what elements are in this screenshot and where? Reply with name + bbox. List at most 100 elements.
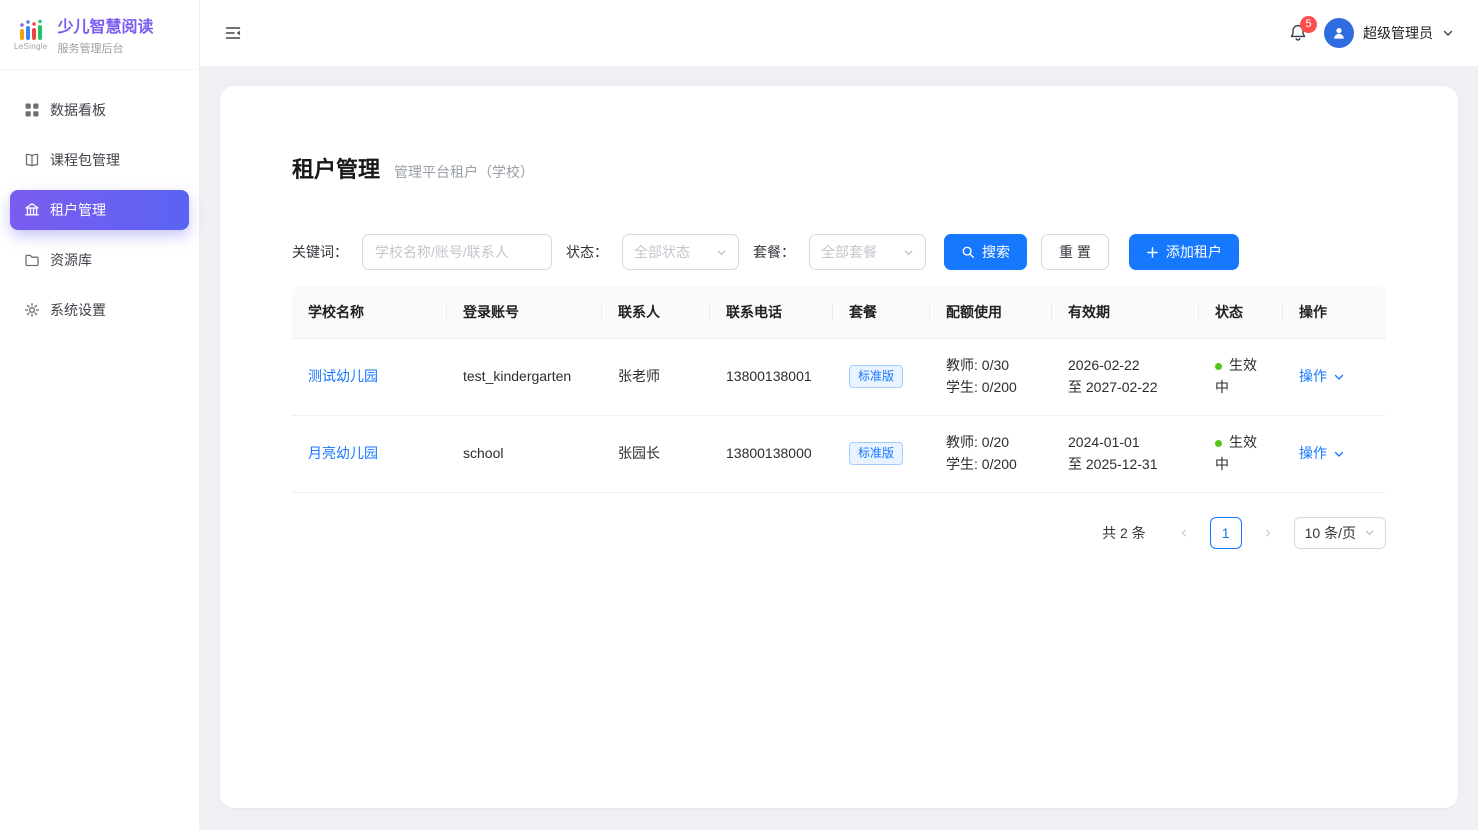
plan-select-value: 全部套餐 bbox=[821, 242, 877, 262]
sidebar-item-label: 租户管理 bbox=[50, 200, 106, 220]
sidebar-item-label: 课程包管理 bbox=[50, 150, 120, 170]
logo-caption: LeSingle bbox=[14, 42, 48, 51]
avatar bbox=[1324, 18, 1354, 48]
cell-plan: 标准版 bbox=[833, 338, 930, 415]
brand-text: 少儿智慧阅读 服务管理后台 bbox=[58, 13, 154, 56]
sidebar-item-label: 数据看板 bbox=[50, 100, 106, 120]
status-select-value: 全部状态 bbox=[634, 242, 690, 262]
chevron-down-icon bbox=[1364, 527, 1375, 538]
keyword-label: 关键词： bbox=[292, 242, 348, 262]
logo-bars-icon bbox=[16, 19, 46, 41]
search-icon bbox=[961, 245, 975, 259]
column-header-plan: 套餐 bbox=[833, 286, 930, 338]
cell-actions: 操作 bbox=[1283, 415, 1386, 492]
folder-icon bbox=[24, 252, 40, 268]
add-tenant-button[interactable]: 添加租户 bbox=[1129, 234, 1239, 270]
cell-school: 测试幼儿园 bbox=[292, 338, 447, 415]
user-icon bbox=[1331, 25, 1347, 41]
page-title: 租户管理 bbox=[292, 152, 380, 184]
sidebar-collapse-button[interactable] bbox=[224, 24, 242, 42]
valid-to: 至 2025-12-31 bbox=[1068, 454, 1183, 476]
page-number-button[interactable]: 1 bbox=[1210, 517, 1242, 549]
column-header-validity: 有效期 bbox=[1052, 286, 1199, 338]
cell-quota: 教师: 0/30 学生: 0/200 bbox=[930, 338, 1052, 415]
table-row: 测试幼儿园 test_kindergarten 张老师 13800138001 … bbox=[292, 338, 1386, 415]
plan-badge: 标准版 bbox=[849, 442, 903, 465]
tenants-table: 学校名称 登录账号 联系人 联系电话 套餐 配额使用 有效期 状态 操作 bbox=[292, 286, 1386, 493]
page-subtitle: 管理平台租户（学校） bbox=[394, 162, 534, 182]
quota-teacher: 教师: 0/30 bbox=[946, 355, 1036, 377]
status-dot bbox=[1215, 440, 1222, 447]
school-name-link[interactable]: 测试幼儿园 bbox=[308, 368, 378, 384]
notifications-button[interactable]: 5 bbox=[1288, 23, 1308, 43]
sidebar-item-dashboard[interactable]: 数据看板 bbox=[10, 90, 189, 130]
quota-student: 学生: 0/200 bbox=[946, 454, 1036, 476]
content-area: 租户管理 管理平台租户（学校） 关键词： 状态： 全部状态 套餐： 全部套餐 bbox=[200, 66, 1478, 830]
search-button[interactable]: 搜索 bbox=[944, 234, 1027, 270]
book-icon bbox=[24, 152, 40, 168]
row-actions-label: 操作 bbox=[1299, 443, 1327, 465]
column-header-quota: 配额使用 bbox=[930, 286, 1052, 338]
cell-status: 生效中 bbox=[1199, 338, 1283, 415]
column-header-contact: 联系人 bbox=[602, 286, 710, 338]
next-page-button[interactable] bbox=[1252, 517, 1284, 549]
plan-label: 套餐： bbox=[753, 242, 795, 262]
sidebar-item-course-packages[interactable]: 课程包管理 bbox=[10, 140, 189, 180]
page-size-select[interactable]: 10 条/页 bbox=[1294, 517, 1386, 549]
filter-bar: 关键词： 状态： 全部状态 套餐： 全部套餐 搜索 bbox=[292, 234, 1386, 270]
row-actions-label: 操作 bbox=[1299, 366, 1327, 388]
reset-button-label: 重 置 bbox=[1059, 242, 1091, 262]
cell-plan: 标准版 bbox=[833, 415, 930, 492]
row-actions-dropdown[interactable]: 操作 bbox=[1299, 366, 1345, 388]
dashboard-icon bbox=[24, 102, 40, 118]
column-header-actions: 操作 bbox=[1283, 286, 1386, 338]
cell-validity: 2026-02-22 至 2027-02-22 bbox=[1052, 338, 1199, 415]
sidebar-item-label: 系统设置 bbox=[50, 300, 106, 320]
status-badge: 生效中 bbox=[1215, 357, 1257, 395]
plus-icon bbox=[1146, 246, 1159, 259]
menu-fold-icon bbox=[224, 24, 242, 42]
chevron-right-icon bbox=[1263, 528, 1273, 538]
column-header-status: 状态 bbox=[1199, 286, 1283, 338]
reset-button[interactable]: 重 置 bbox=[1041, 234, 1109, 270]
app-root: LeSingle 少儿智慧阅读 服务管理后台 数据看板 课程包管理 bbox=[0, 0, 1478, 830]
sidebar-item-resources[interactable]: 资源库 bbox=[10, 240, 189, 280]
chevron-down-icon bbox=[903, 247, 914, 258]
chevron-down-icon bbox=[1442, 27, 1454, 39]
cell-account: test_kindergarten bbox=[447, 338, 602, 415]
page-header: 租户管理 管理平台租户（学校） bbox=[292, 152, 1386, 184]
brand-logo-area: LeSingle 少儿智慧阅读 服务管理后台 bbox=[0, 0, 199, 70]
row-actions-dropdown[interactable]: 操作 bbox=[1299, 443, 1345, 465]
brand-title: 少儿智慧阅读 bbox=[58, 13, 154, 37]
keyword-input[interactable] bbox=[362, 234, 552, 270]
username-label: 超级管理员 bbox=[1363, 23, 1433, 43]
chevron-down-icon bbox=[1333, 448, 1345, 460]
tenant-management-card: 租户管理 管理平台租户（学校） 关键词： 状态： 全部状态 套餐： 全部套餐 bbox=[220, 86, 1458, 808]
status-label: 状态： bbox=[566, 242, 608, 262]
sidebar-item-label: 资源库 bbox=[50, 250, 92, 270]
sidebar-item-settings[interactable]: 系统设置 bbox=[10, 290, 189, 330]
cell-validity: 2024-01-01 至 2025-12-31 bbox=[1052, 415, 1199, 492]
status-select[interactable]: 全部状态 bbox=[622, 234, 739, 270]
page-size-value: 10 条/页 bbox=[1305, 523, 1356, 543]
user-menu[interactable]: 超级管理员 bbox=[1324, 18, 1454, 48]
plan-select[interactable]: 全部套餐 bbox=[809, 234, 926, 270]
table-row: 月亮幼儿园 school 张园长 13800138000 标准版 教师: 0/2… bbox=[292, 415, 1386, 492]
status-badge: 生效中 bbox=[1215, 434, 1257, 472]
brand-subtitle: 服务管理后台 bbox=[58, 40, 154, 56]
prev-page-button[interactable] bbox=[1168, 517, 1200, 549]
quota-teacher: 教师: 0/20 bbox=[946, 432, 1036, 454]
plan-badge: 标准版 bbox=[849, 365, 903, 388]
column-header-phone: 联系电话 bbox=[710, 286, 833, 338]
cell-phone: 13800138001 bbox=[710, 338, 833, 415]
table-header: 学校名称 登录账号 联系人 联系电话 套餐 配额使用 有效期 状态 操作 bbox=[292, 286, 1386, 338]
search-button-label: 搜索 bbox=[982, 242, 1010, 262]
valid-to: 至 2027-02-22 bbox=[1068, 377, 1183, 399]
cell-status: 生效中 bbox=[1199, 415, 1283, 492]
school-name-link[interactable]: 月亮幼儿园 bbox=[308, 445, 378, 461]
building-icon bbox=[24, 202, 40, 218]
sidebar-item-tenants[interactable]: 租户管理 bbox=[10, 190, 189, 230]
valid-from: 2024-01-01 bbox=[1068, 432, 1183, 454]
cell-account: school bbox=[447, 415, 602, 492]
sidebar-menu: 数据看板 课程包管理 租户管理 资源库 bbox=[0, 70, 199, 350]
